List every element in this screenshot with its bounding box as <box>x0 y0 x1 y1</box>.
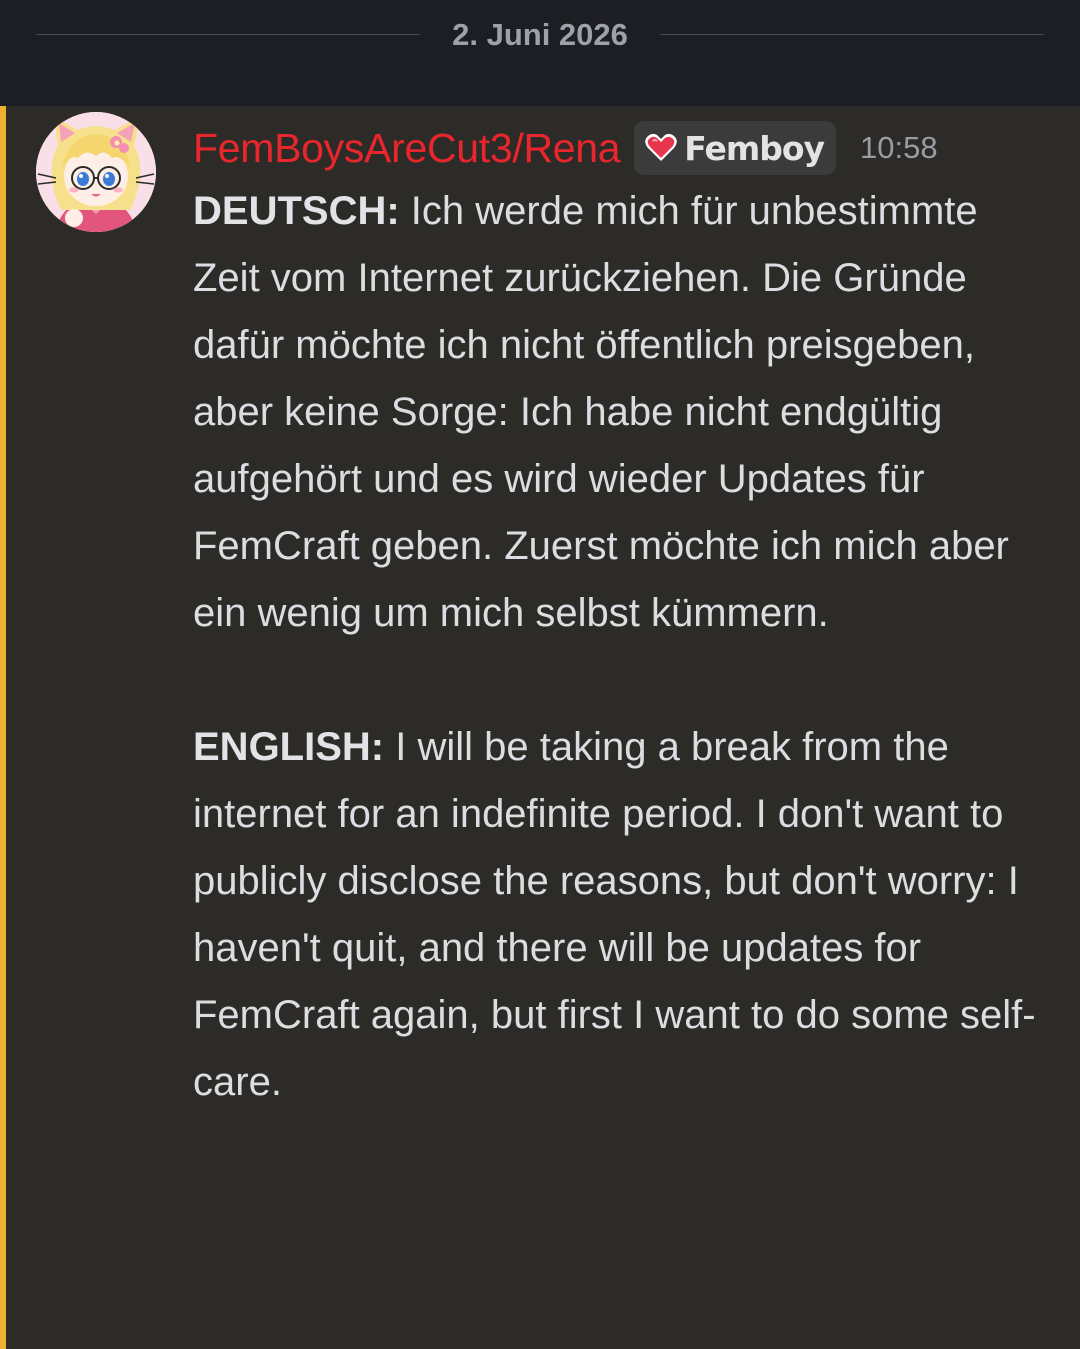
divider-line-left <box>36 34 420 35</box>
mention-highlight-bar <box>0 106 6 1349</box>
divider-line-right <box>660 34 1044 35</box>
date-divider: 2. Juni 2026 <box>0 14 1080 56</box>
german-text: Ich werde mich für unbestimmte Zeit vom … <box>193 189 1009 635</box>
role-label: Femboy <box>684 128 825 168</box>
german-paragraph: DEUTSCH: Ich werde mich für unbestimmte … <box>193 178 1053 647</box>
english-paragraph: ENGLISH: I will be taking a break from t… <box>193 714 1053 1116</box>
german-prefix: DEUTSCH: <box>193 189 400 233</box>
top-bar: 2. Juni 2026 <box>0 0 1080 106</box>
timestamp[interactable]: 10:58 <box>860 130 938 166</box>
avatar-image <box>36 112 156 232</box>
divider-date: 2. Juni 2026 <box>452 17 628 52</box>
role-tag[interactable]: Femboy <box>634 121 837 175</box>
english-text: I will be taking a break from the intern… <box>193 725 1036 1104</box>
avatar[interactable] <box>34 110 158 234</box>
message-header: FemBoysAreCut3/Rena Femboy 10:58 <box>193 118 938 178</box>
message-content: DEUTSCH: Ich werde mich für unbestimmte … <box>193 178 1053 1116</box>
english-prefix: ENGLISH: <box>193 725 385 769</box>
author-name[interactable]: FemBoysAreCut3/Rena <box>193 125 621 172</box>
message[interactable]: FemBoysAreCut3/Rena Femboy 10:58 DEUTSCH… <box>0 106 1080 1349</box>
heart-icon <box>645 133 678 161</box>
